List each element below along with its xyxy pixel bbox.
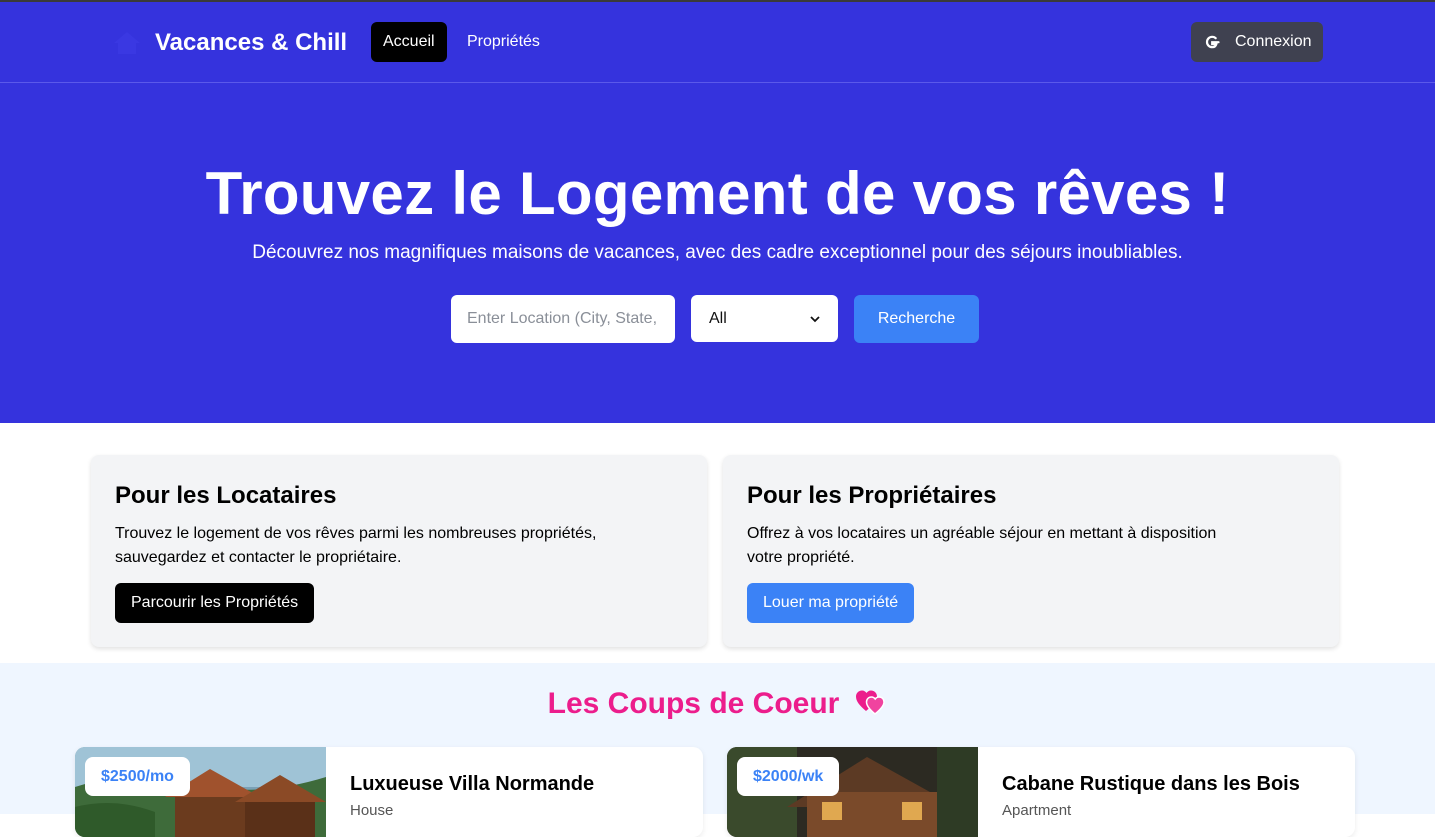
chevron-down-icon (810, 315, 820, 322)
renters-card-text: Trouvez le logement de vos rêves parmi l… (115, 525, 597, 566)
property-type: House (350, 802, 394, 819)
search-button[interactable]: Recherche (854, 295, 979, 343)
renters-card: Pour les Locataires Trouvez le logement … (91, 455, 707, 647)
featured-title: Les Coups de Coeur (0, 687, 1435, 721)
hero-subtitle: Découvrez nos magnifiques maisons de vac… (252, 242, 1183, 263)
property-name[interactable]: Luxueuse Villa Normande (350, 773, 594, 796)
hearts-icon (856, 690, 886, 715)
renters-card-title: Pour les Locataires (115, 482, 337, 509)
property-card[interactable]: $2500/mo Luxueuse Villa Normande House (75, 747, 703, 837)
brand-name[interactable]: Vacances & Chill (155, 29, 347, 57)
login-label: Connexion (1235, 33, 1312, 50)
google-icon (1205, 35, 1220, 49)
property-type-select[interactable]: All (691, 295, 838, 342)
property-type: Apartment (1002, 802, 1072, 819)
nav-link-accueil[interactable]: Accueil (371, 22, 447, 62)
location-search-input[interactable] (451, 295, 675, 343)
owners-card-title: Pour les Propriétaires (747, 482, 997, 509)
price-badge: $2000/wk (737, 757, 840, 796)
property-card[interactable]: $2000/wk Cabane Rustique dans les Bois A… (727, 747, 1355, 837)
owners-card: Pour les Propriétaires Offrez à vos loca… (723, 455, 1339, 647)
property-name[interactable]: Cabane Rustique dans les Bois (1002, 773, 1300, 796)
navbar: Vacances & Chill Accueil Propriétés Conn… (0, 0, 1435, 83)
featured-section: Les Coups de Coeur $2500/mo Luxueuse Vil… (0, 663, 1435, 837)
owners-card-text: Offrez à vos locataires un agréable séjo… (747, 525, 1217, 566)
login-button[interactable]: Connexion (1191, 22, 1323, 62)
rent-my-property-button[interactable]: Louer ma propriété (747, 583, 915, 623)
nav-link-proprietes[interactable]: Propriétés (455, 22, 552, 62)
featured-title-text: Les Coups de Coeur (547, 687, 840, 720)
price-badge: $2500/mo (85, 757, 190, 796)
browse-properties-button[interactable]: Parcourir les Propriétés (115, 583, 315, 623)
hero-section: Trouvez le Logement de vos rêves ! Décou… (0, 83, 1435, 423)
property-type-selected: All (709, 309, 727, 327)
hero-title: Trouvez le Logement de vos rêves ! (205, 160, 1230, 227)
house-logo-icon[interactable] (112, 30, 142, 56)
